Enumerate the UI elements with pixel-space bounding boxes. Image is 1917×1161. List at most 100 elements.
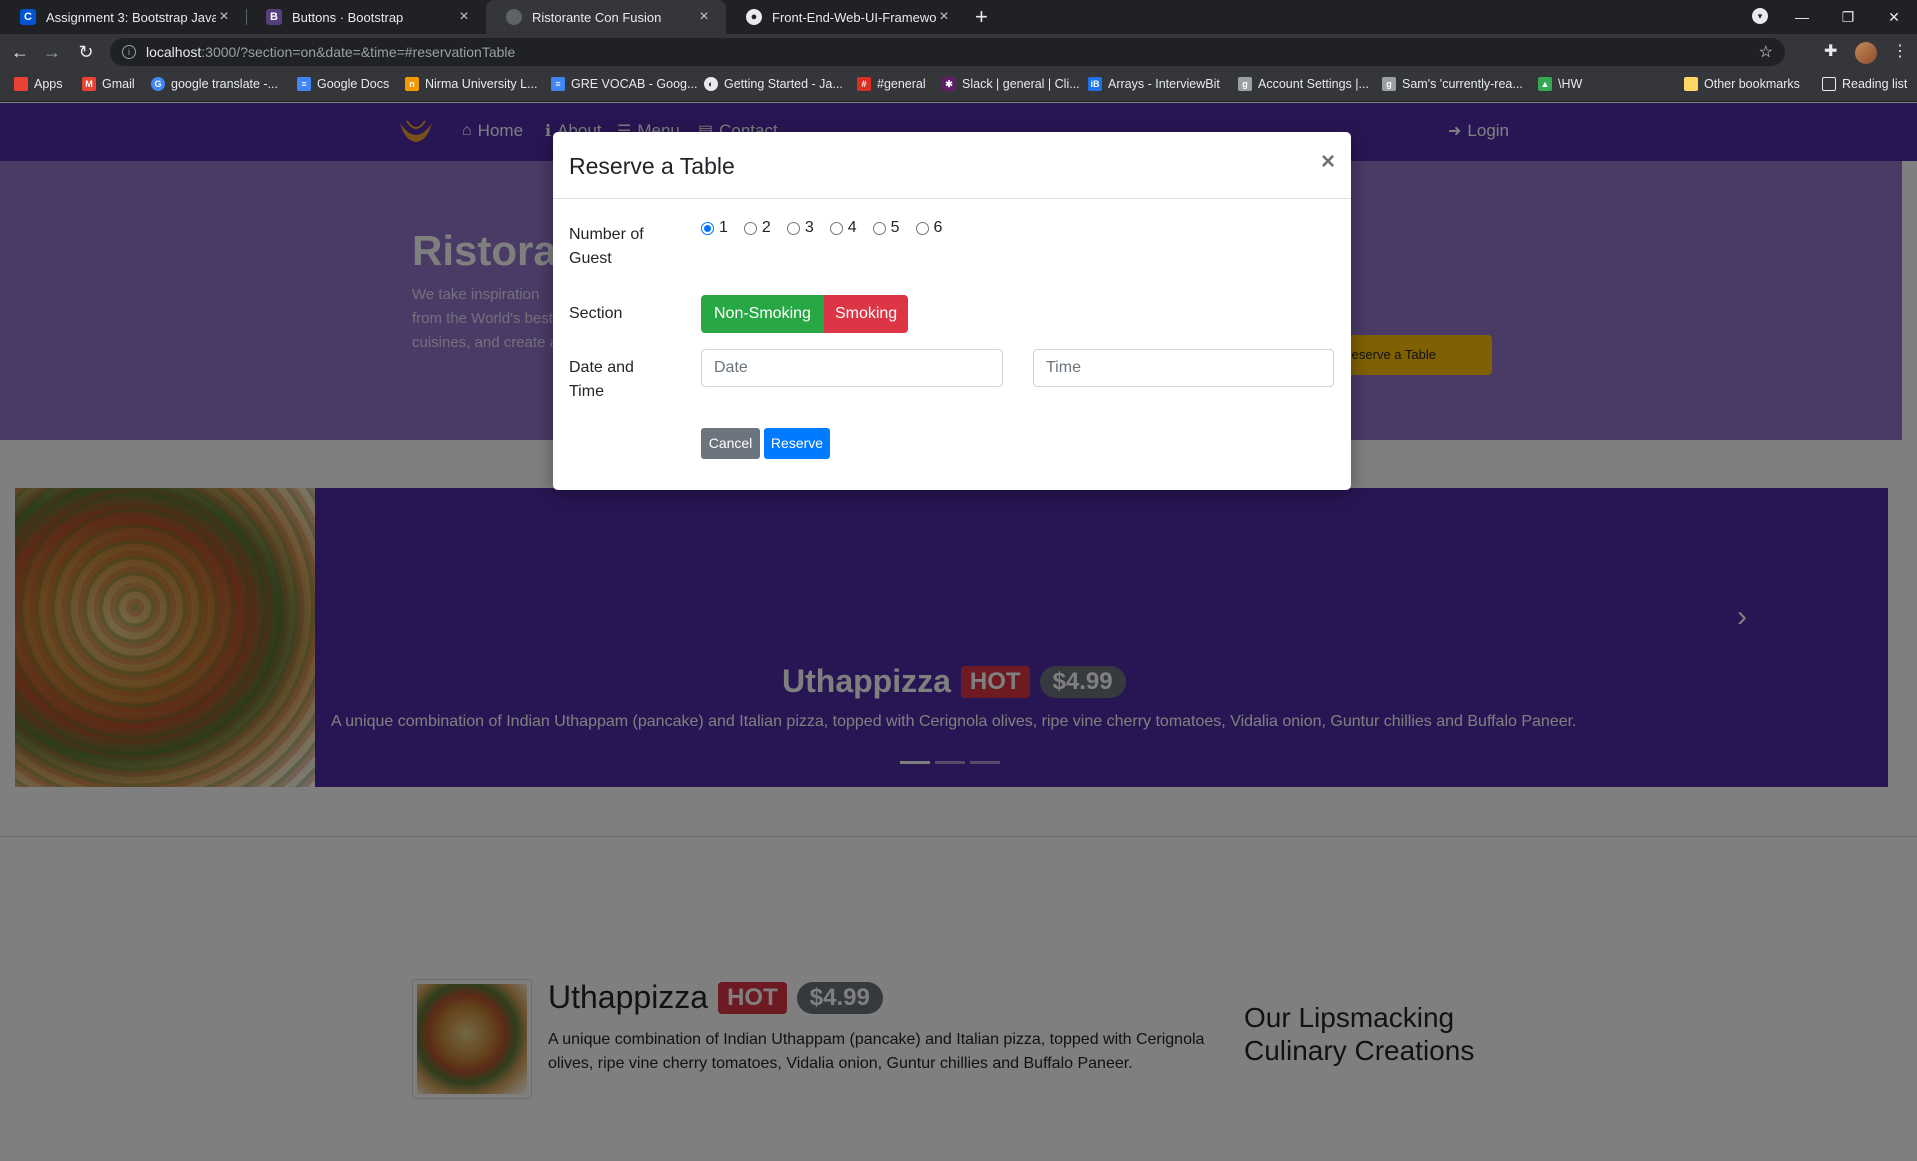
radio-circle[interactable] [786,221,800,235]
bookmark-account-settings[interactable]: g Account Settings |... [1238,77,1369,91]
bookmark-currently-reading[interactable]: g Sam's 'currently-rea... [1382,77,1523,91]
bookmark-label: Other bookmarks [1704,77,1800,91]
bookmark-label: Account Settings |... [1258,77,1369,91]
bookmark-label: Getting Started - Ja... [724,77,843,91]
bookmark-slack[interactable]: ✱ Slack | general | Cli... [942,77,1080,91]
tab-search-icon[interactable]: ▾ [1752,8,1768,24]
close-icon[interactable]: × [216,8,232,26]
menu-dots-icon[interactable]: ⋮ [1892,40,1908,64]
bookmark-label: #general [877,77,926,91]
non-smoking-button[interactable]: Non-Smoking [701,295,824,333]
radio-label: 3 [804,219,814,236]
radio-circle[interactable] [701,221,714,235]
guest-radio-4[interactable]: 4 [829,219,857,237]
cancel-button[interactable]: Cancel [701,428,760,459]
section-button-group: Non-Smoking Smoking [701,295,909,333]
other-bookmarks[interactable]: Other bookmarks [1684,77,1800,91]
minimize-icon[interactable]: — [1779,9,1825,25]
guest-radio-5[interactable]: 5 [872,219,900,237]
bookmark-gmail[interactable]: M Gmail [82,77,135,91]
bookmark-hw[interactable]: ▲ \HW [1538,77,1582,91]
close-icon[interactable]: × [1321,150,1335,174]
close-icon[interactable]: × [456,8,472,26]
google-icon: G [151,77,165,91]
address-bar[interactable]: i localhost:3000/?section=on&date=&time=… [110,38,1785,66]
section-label: Section [569,305,623,322]
smoking-button[interactable]: Smoking [823,295,909,333]
bookmark-general[interactable]: # #general [857,77,926,91]
tab-title: Assignment 3: Bootstrap JavaScr [46,9,216,25]
bookmark-label: \HW [1558,77,1583,91]
apps-grid-icon [14,77,28,91]
tab-github[interactable]: ● Front-End-Web-UI-Frameworks-a × [726,0,966,34]
slack-icon: ✱ [942,77,956,91]
bookmark-label: Google Docs [317,77,390,91]
bookmark-label: Apps [34,77,63,91]
forward-icon[interactable]: → [40,40,64,64]
guest-radio-1[interactable]: 1 [701,219,728,237]
bookmark-star-icon[interactable]: ☆ [1759,42,1773,62]
tab-title: Front-End-Web-UI-Frameworks-a [772,9,936,25]
folder-icon [1684,77,1698,91]
new-tab-button[interactable]: + [975,0,988,34]
bookmark-label: Slack | general | Cli... [962,77,1080,91]
browser-toolbar: ← → ↻ i localhost:3000/?section=on&date=… [0,34,1917,70]
radio-circle[interactable] [915,221,929,235]
globe-icon [506,9,522,25]
date-input[interactable]: Date [701,349,1003,387]
bookmark-gre-vocab[interactable]: ≡ GRE VOCAB - Goog... [551,77,697,91]
radio-label: 1 [719,219,728,236]
close-window-icon[interactable]: ✕ [1871,9,1917,26]
tab-ristorante[interactable]: Ristorante Con Fusion × [486,0,726,34]
tab-assignment[interactable]: C Assignment 3: Bootstrap JavaScr × [0,0,246,34]
bookmark-google-translate[interactable]: Ggoogle translate -... [151,77,278,91]
info-icon[interactable]: i [122,45,136,59]
coursera-icon: C [20,9,36,25]
bookmarks-bar: Apps M Gmail Ggoogle translate -... ≡ Goog… [0,70,1917,102]
restore-icon[interactable]: ❐ [1825,9,1871,26]
bookmark-label: Gmail [102,77,135,91]
bookmark-label: Reading list [1842,77,1908,91]
guest-radio-6[interactable]: 6 [915,219,943,237]
reading-list[interactable]: Reading list [1822,77,1907,91]
goodreads-icon: g [1382,77,1396,91]
profile-avatar[interactable] [1855,42,1877,64]
close-icon[interactable]: × [696,8,712,26]
reserve-table-modal: Reserve a Table × Number of Guest 1 2 3 … [553,132,1351,490]
getting-started-icon: ◐ [704,77,718,91]
modal-title: Reserve a Table [569,153,735,179]
reading-list-icon [1822,77,1836,91]
tab-title: Ristorante Con Fusion [532,9,662,25]
bookmark-apps[interactable]: Apps [14,77,63,91]
goodreads-icon: g [1238,77,1252,91]
window-controls: — ❐ ✕ [1779,0,1917,34]
reload-icon[interactable]: ↻ [74,40,98,64]
tab-strip: C Assignment 3: Bootstrap JavaScr × B Bu… [0,0,1917,34]
extensions-icon[interactable]: ✚ [1824,40,1837,64]
url-path: :3000/?section=on&date=&time=#reservatio… [201,44,516,60]
interviewbit-icon: iB [1088,77,1102,91]
time-input[interactable]: Time [1033,349,1334,387]
bookmark-nirma[interactable]: n Nirma University L... [405,77,538,91]
radio-circle[interactable] [743,221,757,235]
tab-bootstrap-buttons[interactable]: B Buttons · Bootstrap × [246,0,486,34]
radio-circle[interactable] [829,221,843,235]
bookmark-interviewbit[interactable]: iB Arrays - InterviewBit [1088,77,1220,91]
guest-radio-3[interactable]: 3 [786,219,814,237]
github-icon: ● [746,9,762,25]
bookmark-getting-started[interactable]: ◐ Getting Started - Ja... [704,77,843,91]
radio-label: 2 [761,219,771,236]
back-icon[interactable]: ← [8,40,32,64]
date-time-label: Date and Time [569,359,634,400]
radio-circle[interactable] [872,221,886,235]
guest-radio-2[interactable]: 2 [743,219,771,237]
bookmark-google-docs[interactable]: ≡ Google Docs [297,77,389,91]
reserve-button[interactable]: Reserve [764,428,830,459]
radio-label: 6 [933,219,943,236]
guests-label: Number of Guest [569,226,644,267]
bookmark-label: GRE VOCAB - Goog... [571,77,698,91]
bookmark-label: Sam's 'currently-rea... [1402,77,1523,91]
radio-label: 5 [890,219,900,236]
close-icon[interactable]: × [936,8,952,26]
url-host: localhost [146,44,202,60]
